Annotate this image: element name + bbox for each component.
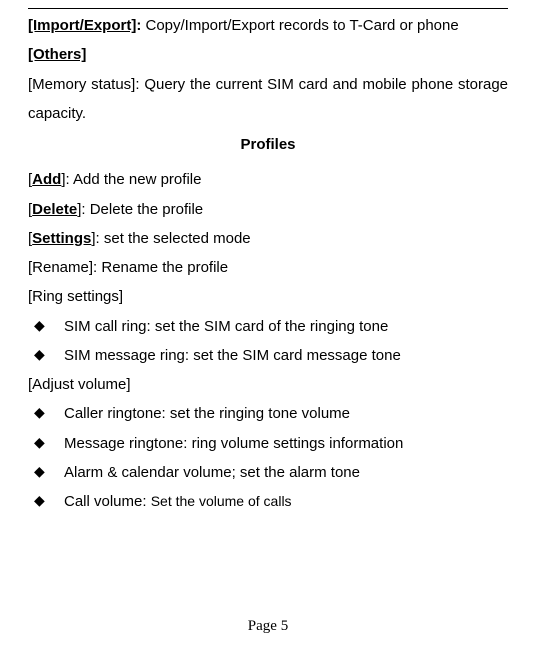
others-label: [Others] xyxy=(28,40,508,69)
delete-label: Delete xyxy=(32,201,77,218)
top-rule xyxy=(28,8,508,9)
settings-desc: set the selected mode xyxy=(104,230,251,247)
memory-status-label: [Memory status]: xyxy=(28,76,144,93)
call-volume-suffix: Set the volume of calls xyxy=(151,493,292,509)
list-item: Alarm & calendar volume; set the alarm t… xyxy=(34,458,508,487)
list-item: SIM message ring: set the SIM card messa… xyxy=(34,341,508,370)
settings-label: Settings xyxy=(32,230,91,247)
rename-entry: [Rename]: Rename the profile xyxy=(28,253,508,282)
import-export-paragraph: [Import/Export]: Copy/Import/Export reco… xyxy=(28,11,508,40)
import-export-desc: Copy/Import/Export records to T-Card or … xyxy=(141,17,458,34)
add-label: Add xyxy=(32,171,61,188)
adjust-volume-list: Caller ringtone: set the ringing tone vo… xyxy=(28,399,508,516)
settings-entry: [Settings]: set the selected mode xyxy=(28,224,508,253)
list-item: Caller ringtone: set the ringing tone vo… xyxy=(34,399,508,428)
list-item: Message ringtone: ring volume settings i… xyxy=(34,429,508,458)
ring-settings-label: [Ring settings] xyxy=(28,282,508,311)
delete-entry: [Delete]: Delete the profile xyxy=(28,195,508,224)
delete-desc: Delete the profile xyxy=(90,201,203,218)
list-item: SIM call ring: set the SIM card of the r… xyxy=(34,312,508,341)
import-export-label: [Import/Export] xyxy=(28,17,136,34)
ring-settings-list: SIM call ring: set the SIM card of the r… xyxy=(28,312,508,371)
profiles-heading: Profiles xyxy=(28,130,508,159)
adjust-volume-label: [Adjust volume] xyxy=(28,370,508,399)
add-entry: [Add]: Add the new profile xyxy=(28,165,508,194)
page-number: Page 5 xyxy=(0,612,536,641)
add-desc: Add the new profile xyxy=(73,171,201,188)
list-item: Call volume: Set the volume of calls xyxy=(34,487,508,516)
call-volume-prefix: Call volume: xyxy=(64,493,151,510)
memory-status-paragraph: [Memory status]: Query the current SIM c… xyxy=(28,70,508,129)
